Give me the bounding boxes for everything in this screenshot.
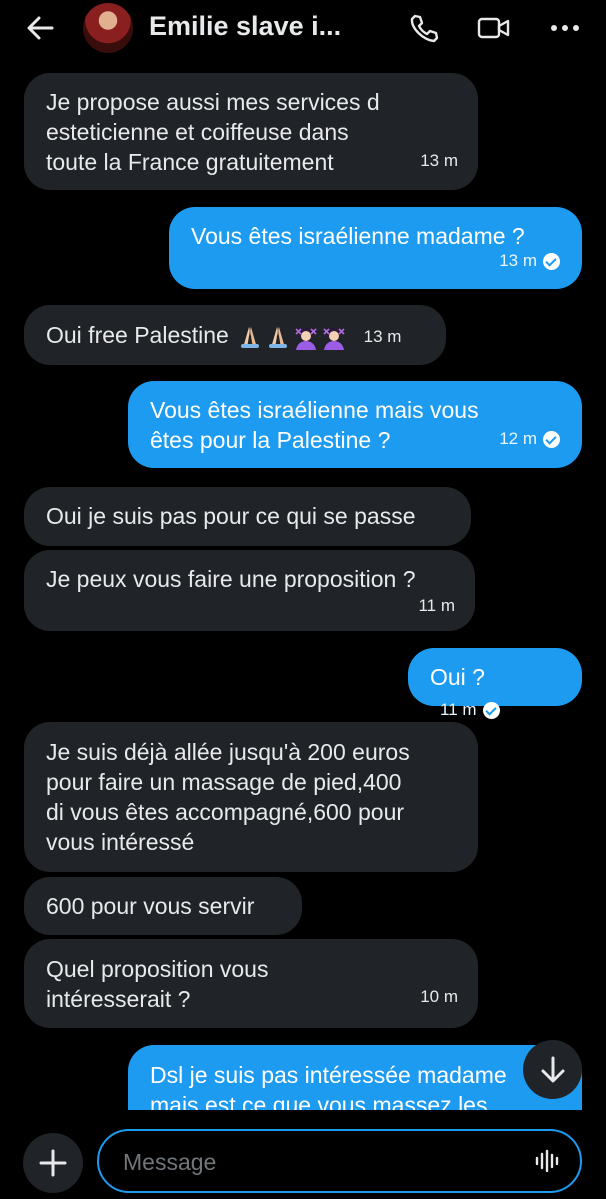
conversation-title[interactable]: Emilie slave i... [149,11,364,42]
message-timestamp: 11 m [440,695,500,725]
back-arrow-icon[interactable] [22,10,58,46]
message-timestamp: 13 m [420,151,458,170]
message-text: 600 pour vous servir [46,893,255,919]
incoming-message[interactable]: Je peux vous faire une proposition ? 11 … [24,550,475,631]
outgoing-message[interactable]: Vous êtes israélienne madame ? 13 m [169,207,582,289]
seen-check-icon [543,430,560,448]
message-timestamp: 11 m [418,596,455,615]
person-gesturing-no-icon [295,326,317,350]
plus-icon [39,1149,67,1177]
scroll-down-button[interactable] [523,1040,582,1099]
incoming-message[interactable]: Oui free Palestine 13 m [24,305,446,365]
folded-hands-icon [269,326,288,348]
more-icon[interactable] [547,10,583,46]
message-input-wrapper[interactable] [97,1129,582,1193]
avatar[interactable] [83,3,133,53]
message-text: Dsl je suis pas intéressée madame mais e… [150,1062,507,1110]
message-timestamp: 12 m [499,424,560,454]
outgoing-message[interactable]: Oui ? 11 m [408,648,582,719]
message-timestamp: 10 m [420,987,458,1006]
voice-wave-icon[interactable] [534,1147,562,1175]
seen-check-icon [543,252,560,270]
message-text: Oui je suis pas pour ce qui se passe [46,503,416,529]
outgoing-message[interactable]: Vous êtes israélienne mais vous êtes pou… [128,381,582,468]
scroll-down-arrow-icon [541,1056,564,1082]
message-text: Je propose aussi mes services d estetici… [46,89,380,175]
incoming-message[interactable]: Quel proposition vous intéresserait ? 10… [24,939,478,1028]
message-text: Oui ? [430,664,485,690]
message-timestamp: 13 m [363,326,402,346]
incoming-message[interactable]: Je suis déjà allée jusqu'à 200 euros pou… [24,722,478,872]
person-gesturing-no-icon [323,326,345,350]
phone-icon[interactable] [405,10,441,46]
message-input[interactable] [121,1141,515,1183]
conversation-header: Emilie slave i... [0,0,606,56]
message-text: Oui free Palestine [46,322,229,348]
incoming-message[interactable]: 600 pour vous servir [24,877,302,935]
message-timestamp: 13 m [499,246,560,276]
message-text: Quel proposition vous intéresserait ? [46,956,269,1012]
seen-check-icon [482,701,500,719]
message-text: Je suis déjà allée jusqu'à 200 euros pou… [46,739,410,855]
message-text: Je peux vous faire une proposition ? [46,566,416,592]
incoming-message[interactable]: Je propose aussi mes services d estetici… [24,73,478,190]
outgoing-message[interactable]: Dsl je suis pas intéressée madame mais e… [128,1045,582,1110]
message-clip-region: Dsl je suis pas intéressée madame mais e… [0,1032,606,1110]
video-icon[interactable] [476,10,512,46]
folded-hands-icon [241,326,260,348]
add-attachment-button[interactable] [23,1133,83,1193]
incoming-message[interactable]: Oui je suis pas pour ce qui se passe [24,487,471,546]
message-composer [0,1110,606,1199]
